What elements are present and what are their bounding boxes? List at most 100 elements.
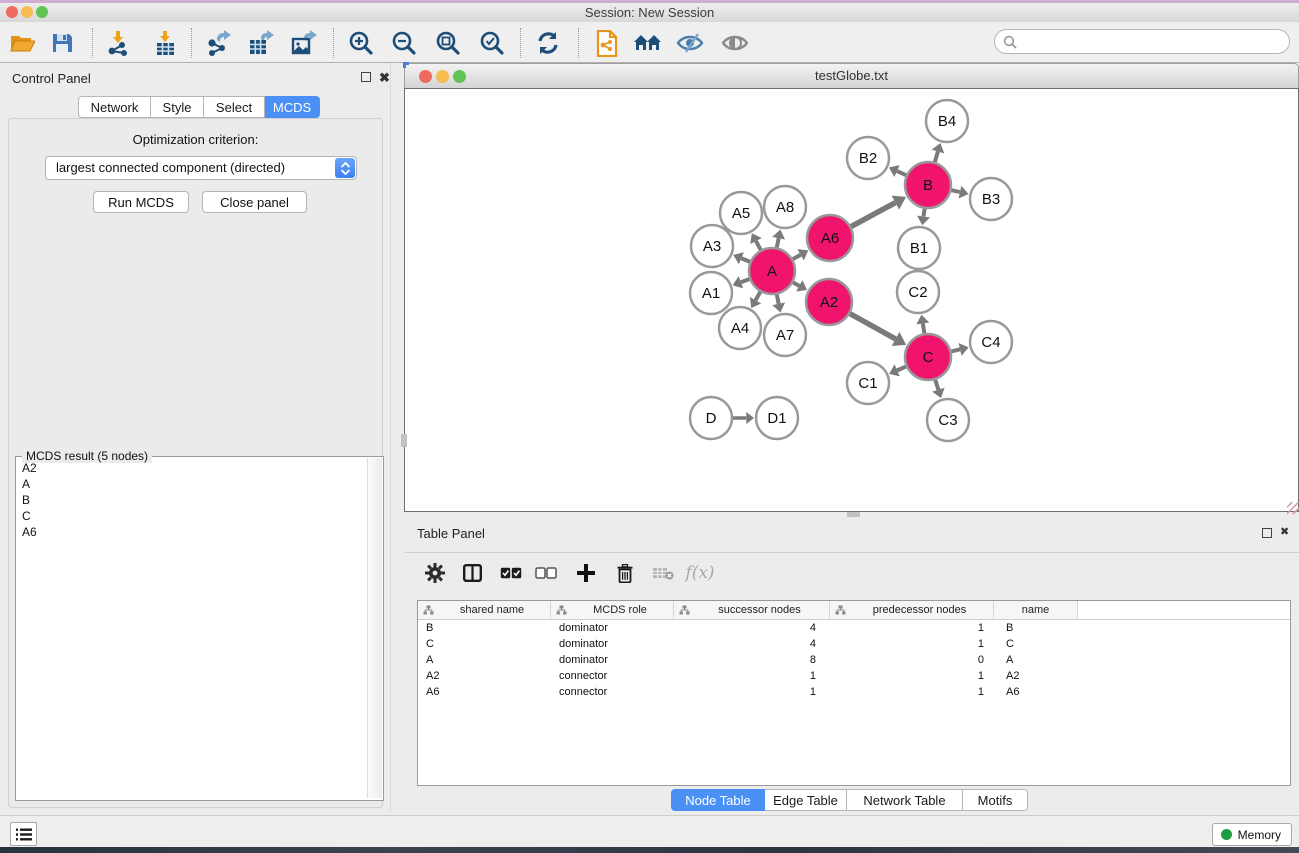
table-cell[interactable]: 1 — [830, 686, 994, 698]
graph-edge[interactable] — [756, 292, 761, 300]
search-field[interactable] — [994, 29, 1290, 54]
import-network-button[interactable] — [100, 27, 136, 59]
tab-mcds[interactable]: MCDS — [265, 96, 320, 118]
table-cell[interactable]: A6 — [994, 686, 1078, 698]
graph-edge[interactable] — [756, 241, 761, 250]
graph-edge[interactable] — [793, 255, 801, 259]
table-close-panel-icon[interactable]: ✖ — [1280, 527, 1289, 538]
table-row[interactable]: Cdominator41C — [418, 636, 1290, 652]
table-cell[interactable]: 1 — [674, 670, 830, 682]
table-settings-button[interactable] — [422, 561, 448, 585]
table-cell[interactable]: connector — [551, 686, 674, 698]
graph-edge[interactable] — [951, 190, 960, 192]
hide-panels-button[interactable] — [672, 27, 708, 59]
zoom-traffic-light[interactable] — [36, 6, 48, 18]
tab-style[interactable]: Style — [151, 96, 204, 118]
tab-node-table[interactable]: Node Table — [671, 789, 765, 811]
dropdown-stepper-icon[interactable] — [335, 158, 355, 178]
memory-button[interactable]: Memory — [1212, 823, 1292, 846]
save-session-button[interactable] — [44, 27, 80, 59]
resize-grip-icon[interactable] — [1287, 502, 1299, 514]
mcds-result-list[interactable]: A2ABCA6 — [17, 460, 367, 796]
result-item[interactable]: A6 — [17, 524, 367, 540]
table-cell[interactable]: A2 — [994, 670, 1078, 682]
table-row[interactable]: A2connector11A2 — [418, 668, 1290, 684]
network-zoom-traffic-light[interactable] — [453, 70, 466, 83]
zoom-fit-button[interactable] — [430, 27, 466, 59]
table-float-panel-icon[interactable] — [1262, 528, 1272, 538]
zoom-in-button[interactable] — [343, 27, 379, 59]
close-traffic-light[interactable] — [6, 6, 18, 18]
table-row[interactable]: Adominator80A — [418, 652, 1290, 668]
function-builder-button-disabled[interactable]: f(x) — [687, 561, 713, 585]
graph-edge[interactable] — [935, 151, 938, 162]
column-header[interactable]: predecessor nodes — [830, 601, 994, 619]
minimize-traffic-light[interactable] — [21, 6, 33, 18]
table-cell[interactable]: 8 — [674, 654, 830, 666]
zoom-out-button[interactable] — [386, 27, 422, 59]
run-mcds-button[interactable]: Run MCDS — [93, 191, 189, 213]
search-input[interactable] — [1017, 34, 1267, 49]
delete-column-button[interactable] — [612, 561, 638, 585]
graph-edge[interactable] — [935, 380, 938, 390]
zoom-selected-button[interactable] — [474, 27, 510, 59]
refresh-button[interactable] — [530, 27, 566, 59]
column-header[interactable]: MCDS role — [551, 601, 674, 619]
contrast-button[interactable] — [717, 27, 753, 59]
graph-edge[interactable] — [793, 282, 799, 285]
node-table[interactable]: shared nameMCDS rolesuccessor nodesprede… — [417, 600, 1291, 786]
table-cell[interactable]: A — [418, 654, 551, 666]
home-button[interactable] — [630, 27, 666, 59]
table-cell[interactable]: B — [994, 622, 1078, 634]
table-cell[interactable]: dominator — [551, 622, 674, 634]
graph-edge[interactable] — [923, 209, 924, 217]
optimization-criterion-dropdown[interactable]: largest connected component (directed) — [45, 156, 357, 180]
table-cell[interactable]: 1 — [830, 622, 994, 634]
result-scrollbar[interactable] — [367, 458, 382, 798]
graph-edge[interactable] — [777, 295, 779, 304]
result-item[interactable]: A2 — [17, 460, 367, 476]
table-cell[interactable]: dominator — [551, 638, 674, 650]
network-minimize-traffic-light[interactable] — [436, 70, 449, 83]
float-panel-icon[interactable] — [361, 72, 371, 82]
graph-edge[interactable] — [923, 323, 925, 333]
graph-edge[interactable] — [777, 238, 779, 247]
table-cell[interactable]: 1 — [830, 670, 994, 682]
table-row[interactable]: Bdominator41B — [418, 620, 1290, 636]
graph-edge[interactable] — [741, 279, 750, 282]
table-cell[interactable]: A6 — [418, 686, 551, 698]
table-cell[interactable]: 4 — [674, 622, 830, 634]
graph-edge[interactable] — [741, 258, 749, 262]
export-image-button[interactable] — [286, 27, 322, 59]
close-panel-icon[interactable]: ✖ — [379, 72, 390, 83]
export-table-button[interactable] — [243, 27, 279, 59]
result-item[interactable]: B — [17, 492, 367, 508]
table-cell[interactable]: 0 — [830, 654, 994, 666]
table-cell[interactable]: connector — [551, 670, 674, 682]
session-doc-button[interactable] — [589, 27, 625, 59]
column-header[interactable]: name — [994, 601, 1078, 619]
tab-select[interactable]: Select — [204, 96, 265, 118]
network-canvas[interactable]: AA1A2A3A4A5A6A7A8BB1B2B3B4CC1C2C3C4DD1 — [404, 88, 1299, 512]
create-column-button[interactable] — [573, 561, 599, 585]
delete-table-button-disabled[interactable] — [650, 561, 676, 585]
network-window-titlebar[interactable]: testGlobe.txt — [404, 63, 1299, 88]
tab-edge-table[interactable]: Edge Table — [765, 789, 847, 811]
canvas-scrollbar-vertical[interactable] — [401, 434, 407, 447]
unselect-all-columns-button[interactable] — [533, 561, 559, 585]
column-header[interactable]: shared name — [418, 601, 551, 619]
graph-edge[interactable] — [951, 349, 960, 351]
table-cell[interactable]: 1 — [830, 638, 994, 650]
table-cell[interactable]: C — [994, 638, 1078, 650]
table-cell[interactable]: C — [418, 638, 551, 650]
network-close-traffic-light[interactable] — [419, 70, 432, 83]
main-titlebar[interactable]: Session: New Session — [0, 3, 1299, 22]
table-cell[interactable]: A2 — [418, 670, 551, 682]
close-panel-button[interactable]: Close panel — [202, 191, 307, 213]
table-cell[interactable]: A — [994, 654, 1078, 666]
export-network-button[interactable] — [200, 27, 236, 59]
graph-edge[interactable] — [851, 203, 895, 227]
result-item[interactable]: A — [17, 476, 367, 492]
import-table-button[interactable] — [147, 27, 183, 59]
table-cell[interactable]: B — [418, 622, 551, 634]
